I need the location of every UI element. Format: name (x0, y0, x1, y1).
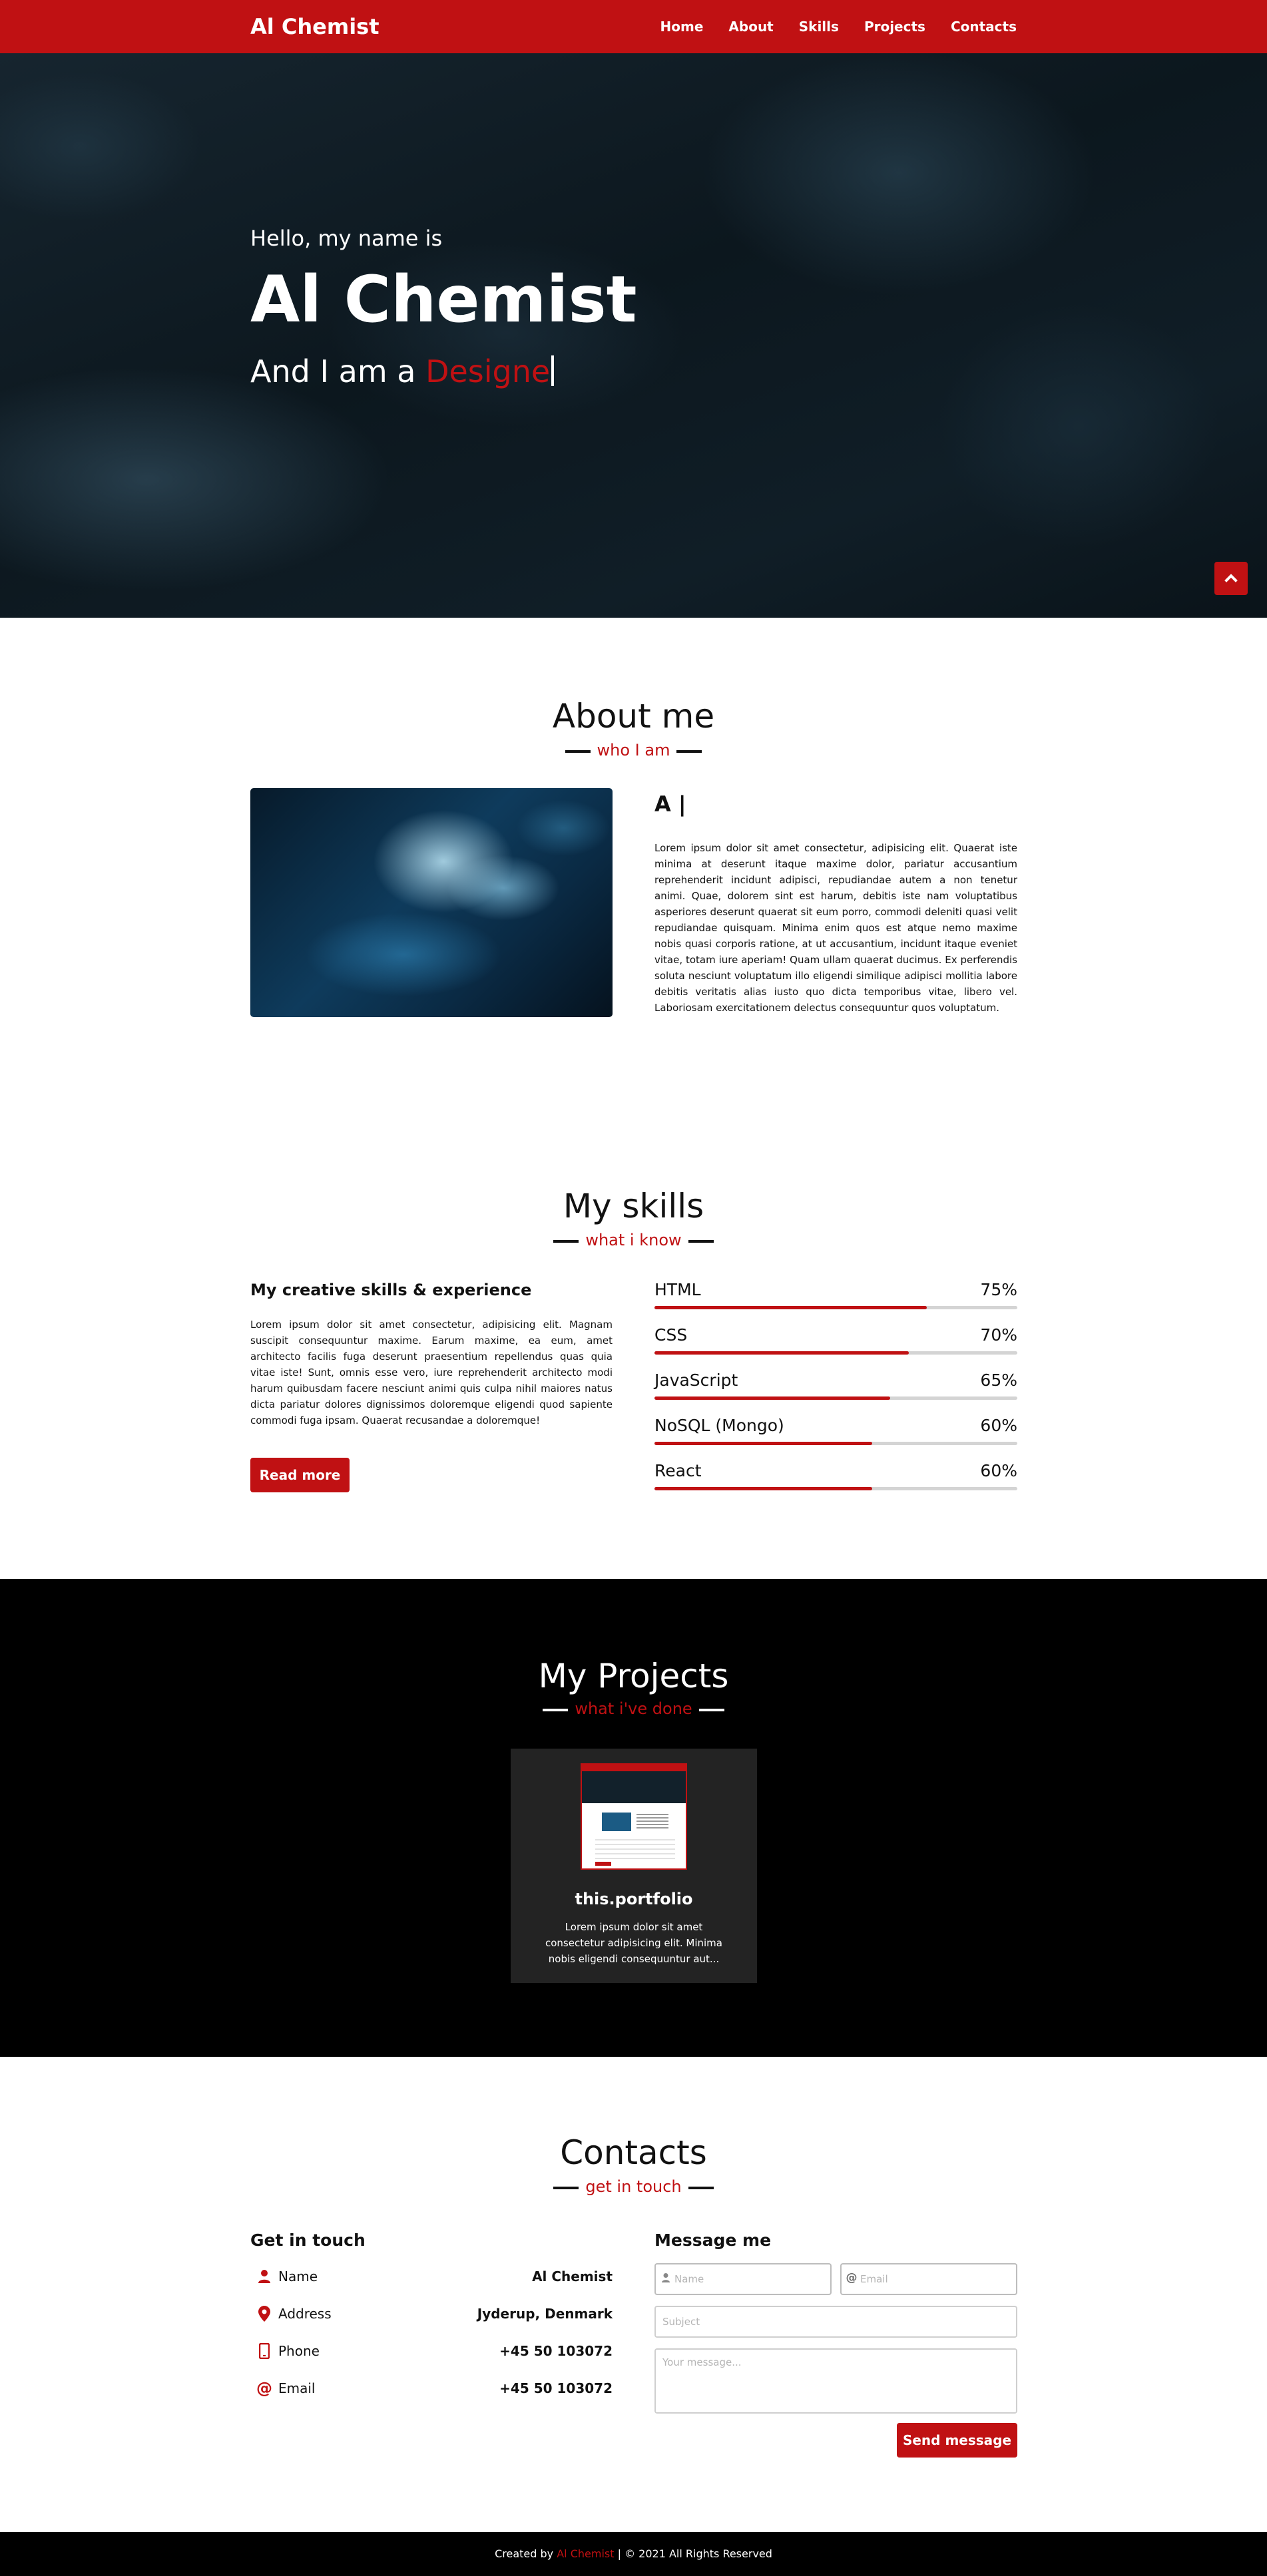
about-subtitle-wrap: who I am (0, 740, 1267, 760)
user-icon (660, 2272, 672, 2284)
skill-bar (654, 1442, 1017, 1445)
footer-author[interactable]: Al Chemist (557, 2547, 614, 2560)
skill-percent: 60% (980, 1461, 1017, 1480)
skill-name: HTML (654, 1280, 701, 1299)
footer: Created by Al Chemist | © 2021 All Right… (0, 2532, 1267, 2576)
at-icon: @ (846, 2271, 858, 2284)
nav-link-about[interactable]: About (728, 17, 773, 36)
project-name: this.portfolio (575, 1890, 693, 1908)
project-card[interactable]: this.portfolio Lorem ipsum dolor sit ame… (511, 1749, 757, 1983)
skills-heading: My creative skills & experience (250, 1281, 532, 1299)
about-text: Lorem ipsum dolor sit amet consectetur, … (654, 842, 1017, 1014)
skill-bar (654, 1306, 1017, 1309)
about-subtitle: who I am (565, 740, 702, 760)
nav-link-skills[interactable]: Skills (799, 17, 839, 36)
skill-bar-fill (654, 1306, 927, 1309)
contact-value[interactable]: +45 50 103072 (499, 2342, 613, 2360)
hero-greeting: Hello, my name is (250, 226, 443, 251)
projects-subtitle-wrap: what i've done (0, 1699, 1267, 1719)
skill-bar-fill (654, 1487, 872, 1490)
contact-value[interactable]: +45 50 103072 (499, 2379, 613, 2398)
nav-link-projects[interactable]: Projects (864, 17, 925, 36)
at-icon: @ (256, 2379, 272, 2398)
skill-name: CSS (654, 1325, 688, 1345)
skill-percent: 75% (980, 1280, 1017, 1299)
skill-item: JavaScript 65% (654, 1370, 1017, 1403)
skills-text: Lorem ipsum dolor sit amet consectetur, … (250, 1319, 613, 1426)
skill-percent: 70% (980, 1325, 1017, 1345)
brand-logo[interactable]: Al Chemist (250, 13, 380, 40)
projects-title: My Projects (538, 1657, 729, 1695)
message-me-heading: Message me (654, 2231, 772, 2250)
skill-bar-fill (654, 1351, 909, 1355)
skill-bar (654, 1487, 1017, 1490)
send-message-button[interactable]: Send message (897, 2423, 1017, 2458)
contact-info-email: @ Email +45 50 103072 (250, 2375, 613, 2402)
read-more-button[interactable]: Read more (250, 1458, 350, 1492)
project-thumbnail[interactable] (581, 1763, 687, 1870)
skills-subtitle: what i know (553, 1230, 714, 1250)
skill-bar (654, 1396, 1017, 1400)
nav-links: Home About Skills Projects Contacts (660, 17, 1017, 36)
contacts-subtitle: get in touch (553, 2177, 714, 2197)
contact-key: Name (278, 2268, 318, 2284)
project-description: Lorem ipsum dolor sit amet consectetur a… (545, 1921, 722, 1965)
nav-link-home[interactable]: Home (660, 17, 704, 36)
skill-percent: 60% (980, 1416, 1017, 1435)
nav-link-contacts[interactable]: Contacts (951, 17, 1017, 36)
skill-bar-fill (654, 1442, 872, 1445)
name-input[interactable] (654, 2263, 832, 2295)
hero-role: And I am a Designe (250, 351, 555, 391)
about-heading: A | (654, 791, 686, 817)
skill-item: React 60% (654, 1460, 1017, 1494)
skill-bar (654, 1351, 1017, 1355)
contact-info-phone: Phone +45 50 103072 (250, 2338, 613, 2364)
skill-name: JavaScript (654, 1371, 738, 1390)
subject-input[interactable] (654, 2306, 1017, 2338)
message-textarea[interactable] (654, 2348, 1017, 2414)
projects-subtitle: what i've done (543, 1699, 725, 1719)
map-pin-icon (257, 2306, 272, 2322)
skill-name: NoSQL (Mongo) (654, 1416, 784, 1435)
hero-role-prefix: And I am a (250, 353, 416, 389)
contact-value: Al Chemist (532, 2268, 613, 2284)
hero-section: Hello, my name is Al Chemist And I am a … (0, 53, 1267, 618)
skill-item: NoSQL (Mongo) 60% (654, 1415, 1017, 1448)
email-field: @ (840, 2263, 1017, 2295)
skill-item: HTML 75% (654, 1279, 1017, 1313)
navbar: Al Chemist Home About Skills Projects Co… (0, 0, 1267, 53)
skill-name: React (654, 1461, 702, 1480)
contact-key: Email (278, 2380, 316, 2396)
footer-prefix: Created by (495, 2547, 554, 2560)
chevron-up-icon (1224, 574, 1238, 582)
skills-title: My skills (563, 1187, 704, 1225)
about-image (250, 788, 613, 1017)
name-field (654, 2263, 832, 2295)
footer-suffix: | © 2021 All Rights Reserved (617, 2547, 772, 2560)
contact-info-address: Address Jyderup, Denmark (250, 2300, 613, 2327)
skill-percent: 65% (980, 1371, 1017, 1390)
about-title: About me (552, 697, 715, 736)
get-in-touch-heading: Get in touch (250, 2231, 366, 2250)
contact-key: Phone (278, 2343, 320, 2359)
phone-icon (257, 2343, 272, 2359)
contacts-title: Contacts (560, 2133, 707, 2172)
hero-name: Al Chemist (250, 262, 637, 337)
skills-subtitle-wrap: what i know (0, 1230, 1267, 1250)
hero-role-typed: Designe (425, 353, 551, 389)
user-icon (257, 2268, 272, 2284)
email-input[interactable] (840, 2263, 1017, 2295)
typing-cursor (551, 355, 555, 386)
scroll-top-button[interactable] (1214, 562, 1248, 595)
skill-item: CSS 70% (654, 1325, 1017, 1358)
contacts-subtitle-wrap: get in touch (0, 2177, 1267, 2197)
skill-bar-fill (654, 1396, 891, 1400)
contact-key: Address (278, 2306, 332, 2322)
contact-value: Jyderup, Denmark (477, 2306, 613, 2322)
contact-info-name: Name Al Chemist (250, 2263, 613, 2290)
